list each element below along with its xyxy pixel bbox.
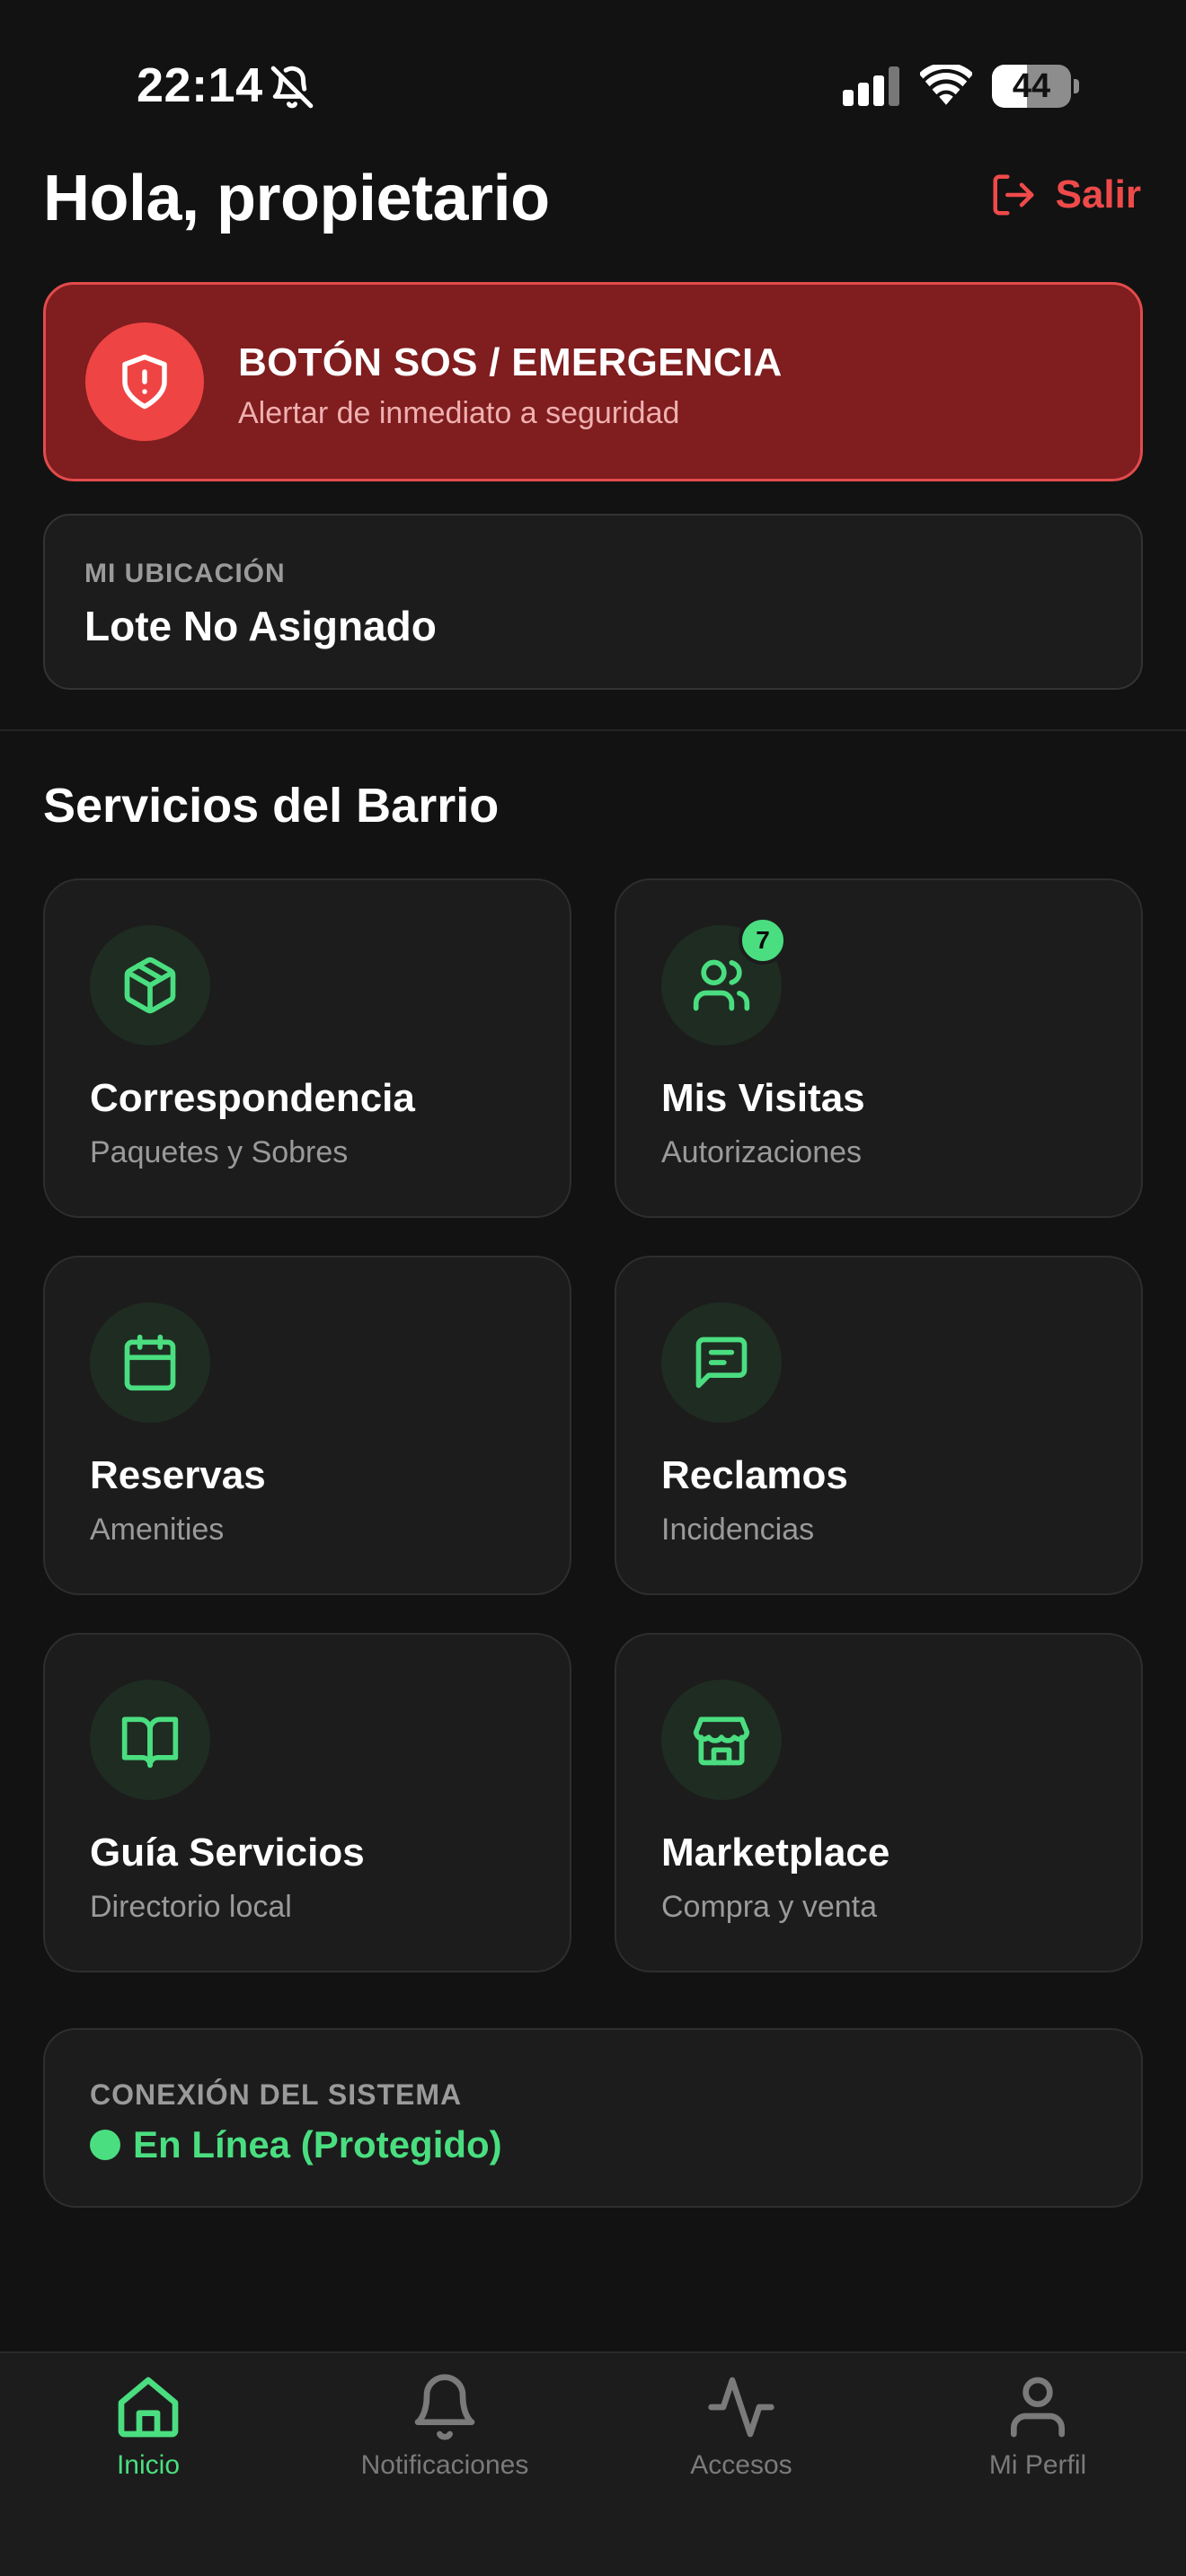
calendar-icon (124, 1334, 176, 1391)
nav-label: Accesos (690, 2450, 792, 2480)
logout-label: Salir (1055, 172, 1141, 216)
visits-count-badge: 7 (739, 916, 787, 965)
sos-title: BOTÓN SOS / EMERGENCIA (238, 340, 783, 384)
sos-icon-circle (85, 322, 204, 441)
location-label: MI UBICACIÓN (84, 559, 286, 588)
connection-status-card: CONEXIÓN DEL SISTEMA En Línea (Protegido… (43, 2028, 1143, 2208)
home-icon (118, 2377, 179, 2438)
logout-button[interactable]: Salir (989, 171, 1141, 219)
card-title: Reservas (90, 1453, 266, 1497)
connection-label: CONEXIÓN DEL SISTEMA (90, 2078, 463, 2111)
connection-status: En Línea (Protegido) (90, 2123, 502, 2166)
activity-icon (708, 2377, 774, 2438)
nav-item-inicio[interactable]: Inicio (0, 2371, 296, 2481)
card-subtitle: Paquetes y Sobres (90, 1135, 349, 1169)
card-subtitle: Autorizaciones (661, 1135, 863, 1169)
nav-label: Notificaciones (360, 2450, 529, 2480)
nav-label: Mi Perfil (988, 2450, 1087, 2480)
status-bar: 22:14 44 (0, 0, 1186, 135)
card-subtitle: Amenities (90, 1513, 225, 1547)
services-title: Servicios del Barrio (43, 779, 500, 833)
book-icon (121, 1716, 179, 1769)
bell-icon (414, 2374, 475, 2440)
package-icon (124, 957, 176, 1014)
home-screen: 22:14 44 Hola, propietario Salir BOTÓN S… (0, 0, 1186, 2576)
page-title: Hola, propietario (43, 163, 550, 234)
store-icon (693, 1716, 750, 1766)
nav-item-mi-perfil[interactable]: Mi Perfil (890, 2371, 1186, 2481)
status-time: 22:14 (137, 58, 263, 112)
nav-label: Inicio (116, 2450, 181, 2480)
bottom-nav: Inicio Notificaciones Accesos Mi Perfil (0, 2351, 1186, 2576)
service-card-mis-visitas[interactable]: 7 Mis Visitas Autorizaciones (615, 878, 1143, 1218)
card-subtitle: Directorio local (90, 1890, 292, 1924)
message-icon (695, 1337, 748, 1389)
battery-indicator: 44 (992, 65, 1079, 110)
service-card-reclamos[interactable]: Reclamos Incidencias (615, 1256, 1143, 1595)
sos-subtitle: Alertar de inmediato a seguridad (238, 396, 680, 430)
section-divider (0, 729, 1186, 731)
card-title: Mis Visitas (661, 1076, 865, 1120)
connection-status-text: En Línea (Protegido) (133, 2123, 502, 2166)
logout-icon (993, 174, 1034, 216)
location-value: Lote No Asignado (84, 603, 437, 649)
sos-emergency-button[interactable]: BOTÓN SOS / EMERGENCIA Alertar de inmedi… (43, 282, 1143, 481)
cellular-signal-icon (843, 66, 899, 106)
user-icon (1011, 2377, 1065, 2438)
battery-percent: 44 (1012, 67, 1051, 105)
shield-alert-icon (122, 354, 167, 410)
card-title: Marketplace (661, 1831, 890, 1875)
card-title: Reclamos (661, 1453, 848, 1497)
service-card-marketplace[interactable]: Marketplace Compra y venta (615, 1633, 1143, 1972)
nav-item-notificaciones[interactable]: Notificaciones (296, 2371, 593, 2481)
card-subtitle: Compra y venta (661, 1890, 877, 1924)
users-icon (693, 959, 750, 1011)
bell-off-icon (270, 66, 314, 109)
service-card-guia-servicios[interactable]: Guía Servicios Directorio local (43, 1633, 571, 1972)
wifi-icon (920, 65, 972, 105)
nav-item-accesos[interactable]: Accesos (593, 2371, 890, 2481)
status-dot-icon (90, 2130, 120, 2160)
service-card-correspondencia[interactable]: Correspondencia Paquetes y Sobres (43, 878, 571, 1218)
service-card-reservas[interactable]: Reservas Amenities (43, 1256, 571, 1595)
location-card: MI UBICACIÓN Lote No Asignado (43, 514, 1143, 690)
card-title: Guía Servicios (90, 1831, 365, 1875)
card-subtitle: Incidencias (661, 1513, 815, 1547)
card-title: Correspondencia (90, 1076, 415, 1120)
